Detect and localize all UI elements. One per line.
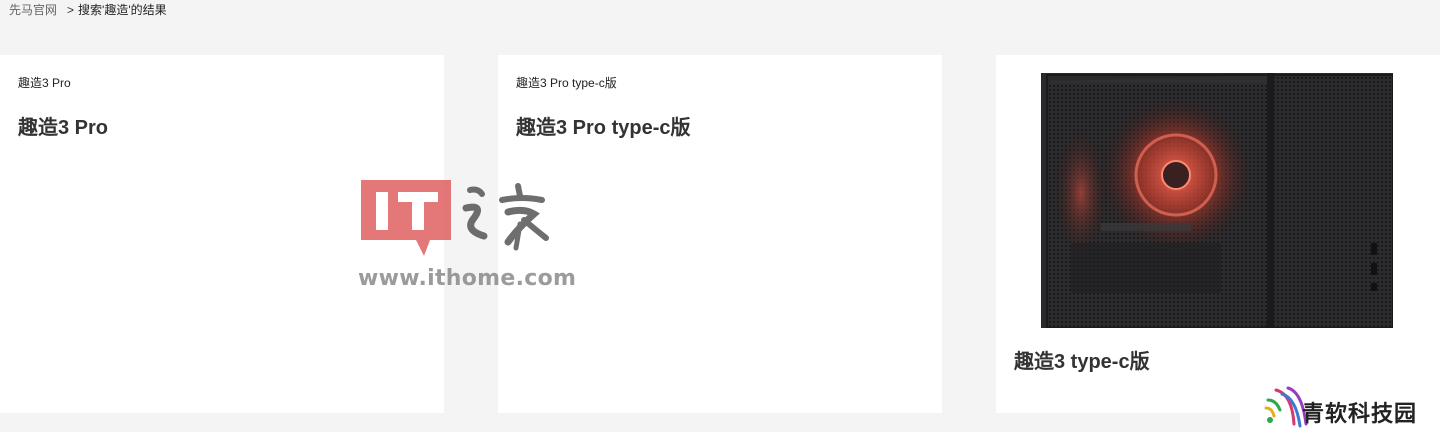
- breadcrumb-separator: >: [67, 3, 75, 17]
- result-title[interactable]: 趣造3 Pro type-c版: [516, 116, 690, 140]
- result-card[interactable]: 趣造3 Pro 趣造3 Pro: [0, 55, 444, 413]
- product-image[interactable]: [1041, 73, 1393, 328]
- result-card[interactable]: 趣造3 Pro type-c版 趣造3 Pro type-c版: [498, 55, 942, 413]
- breadcrumb-current: 搜索'趣造'的结果: [78, 3, 167, 17]
- result-title[interactable]: 趣造3 type-c版: [1014, 350, 1150, 374]
- qingruan-watermark: 青软科技园: [1240, 384, 1440, 432]
- result-small-title[interactable]: 趣造3 Pro type-c版: [516, 76, 617, 90]
- result-small-title[interactable]: 趣造3 Pro: [18, 76, 71, 90]
- result-card[interactable]: 趣造3 type-c版: [996, 55, 1440, 413]
- breadcrumb: 先马官网 > 搜索'趣造'的结果: [9, 3, 167, 17]
- result-title[interactable]: 趣造3 Pro: [18, 116, 108, 140]
- qingruan-text-watermark: 青软科技园: [1302, 401, 1418, 426]
- breadcrumb-home-link[interactable]: 先马官网: [9, 3, 57, 17]
